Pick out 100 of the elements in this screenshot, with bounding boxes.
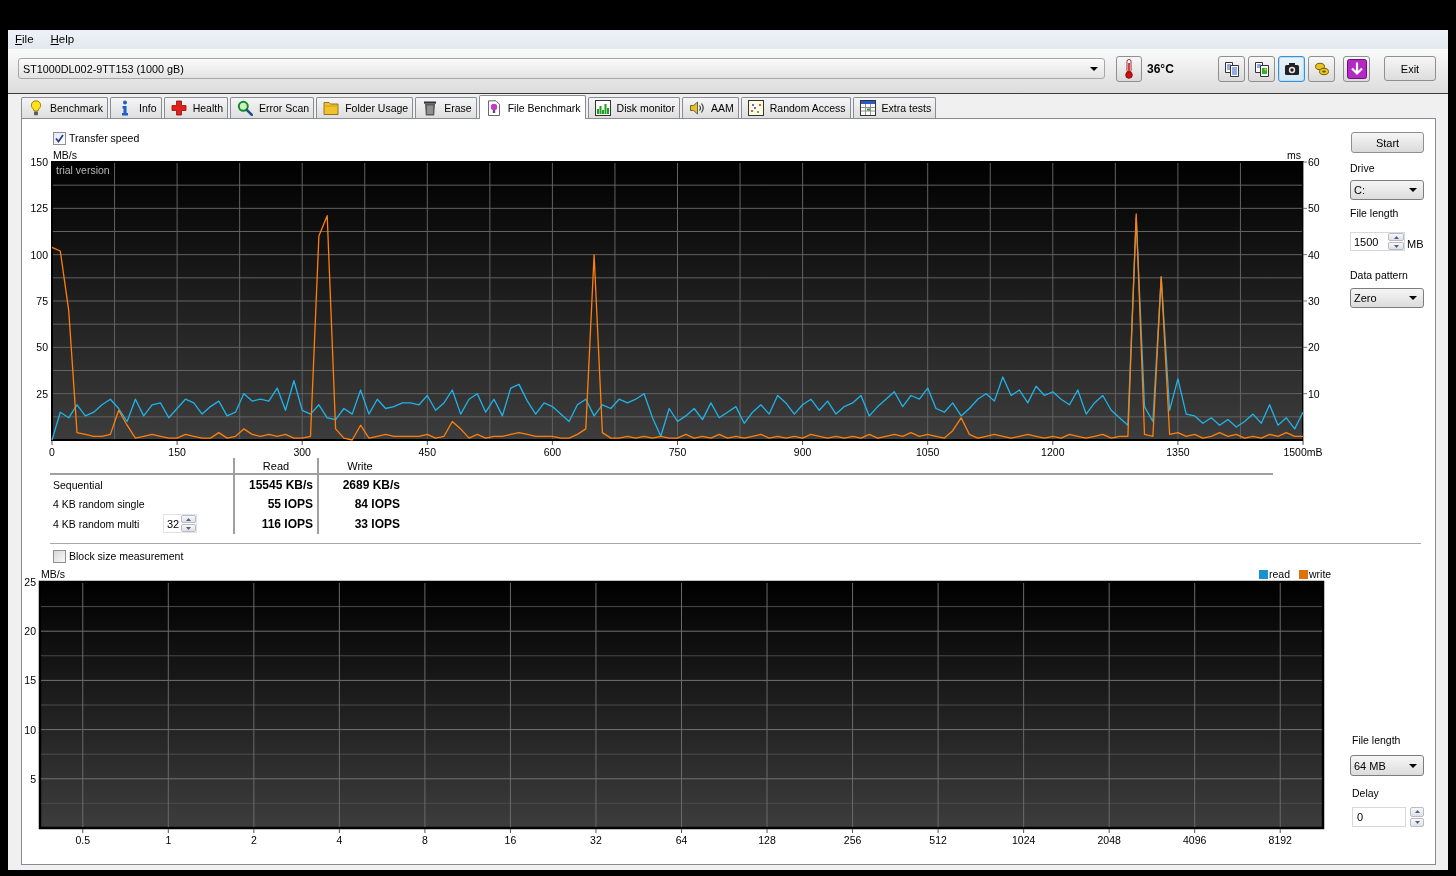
documents-icon bbox=[1223, 61, 1240, 77]
speaker-icon bbox=[688, 100, 705, 116]
spin-down-button[interactable] bbox=[1410, 817, 1424, 827]
drive-select[interactable]: ST1000DL002-9TT153 (1000 gB) bbox=[18, 58, 1105, 79]
exit-button[interactable]: Exit bbox=[1384, 56, 1436, 81]
checkbox[interactable] bbox=[53, 131, 66, 145]
x-axis-label: 450 bbox=[418, 446, 437, 458]
tab[interactable]: Info bbox=[110, 97, 162, 118]
table-cell: 2689 KB/s bbox=[317, 475, 401, 495]
tab[interactable]: Extra tests bbox=[852, 97, 937, 118]
y-axis-label: 25 bbox=[24, 576, 36, 588]
y-axis-label: 125 bbox=[30, 202, 48, 215]
x-axis-label: 8 bbox=[422, 834, 428, 846]
checkbox[interactable] bbox=[53, 549, 66, 563]
y-axis-label: 5 bbox=[30, 772, 36, 785]
spin-down-button[interactable] bbox=[181, 524, 196, 533]
trial-notice: trial version bbox=[56, 164, 110, 176]
lightbulb-icon bbox=[28, 100, 44, 116]
folder-icon bbox=[323, 100, 340, 116]
tab[interactable]: Folder Usage bbox=[316, 97, 414, 118]
spin-down-button[interactable] bbox=[1388, 242, 1404, 250]
axis-unit-label: MB/s bbox=[53, 150, 77, 161]
x-axis-label: 4096 bbox=[1183, 834, 1207, 846]
y-axis-label: 15 bbox=[24, 674, 36, 687]
checkbox-label: Transfer speed bbox=[69, 132, 140, 144]
x-axis-label: 32 bbox=[590, 834, 602, 846]
text-field[interactable]: 0 bbox=[1352, 807, 1406, 827]
document-picture-icon bbox=[1253, 61, 1270, 77]
tab[interactable]: File Benchmark bbox=[478, 95, 586, 119]
x-axis-label: 0 bbox=[49, 446, 55, 458]
bar-chart-icon bbox=[594, 100, 611, 116]
field-label: File length bbox=[1352, 734, 1401, 747]
number-spinner[interactable]: 32 bbox=[163, 514, 197, 534]
x-axis-label: 256 bbox=[843, 834, 862, 846]
tab[interactable]: AAM bbox=[681, 97, 739, 118]
x-axis-label: 750 bbox=[668, 446, 687, 458]
camera-icon bbox=[1283, 61, 1300, 77]
thermometer-button[interactable] bbox=[1116, 56, 1142, 82]
toolbar-button[interactable] bbox=[1343, 56, 1370, 82]
x-axis-label: 2 bbox=[250, 834, 257, 846]
toolbar-button[interactable] bbox=[1248, 56, 1275, 82]
thermometer-icon bbox=[1124, 59, 1134, 79]
x-axis-label: 900 bbox=[793, 446, 812, 458]
row-label: Sequential bbox=[53, 478, 103, 491]
pattern-dropdown[interactable]: Zero bbox=[1350, 288, 1424, 308]
start-button[interactable]: Start bbox=[1351, 132, 1424, 153]
caret-icon bbox=[1409, 188, 1417, 192]
x-axis-label: 128 bbox=[758, 834, 776, 846]
column-header: Read bbox=[233, 458, 317, 473]
spin-up-button[interactable] bbox=[1388, 233, 1404, 241]
table-cell: 15545 KB/s bbox=[233, 475, 317, 495]
caret-icon bbox=[1409, 296, 1417, 300]
x-axis-label: 150 bbox=[168, 446, 186, 458]
tab[interactable]: Benchmark bbox=[21, 97, 109, 118]
tab[interactable]: Health bbox=[163, 97, 228, 118]
y-axis-label: 50 bbox=[36, 341, 48, 354]
tab[interactable]: Erase bbox=[415, 97, 477, 118]
x-axis-label: 512 bbox=[929, 834, 947, 846]
y-axis-label: 100 bbox=[30, 248, 48, 261]
legend-label: write bbox=[1309, 568, 1332, 580]
y-axis-label: 75 bbox=[36, 295, 48, 307]
tab[interactable]: Disk monitor bbox=[587, 97, 680, 118]
drive-dropdown[interactable]: C: bbox=[1350, 180, 1424, 200]
column-header: Write bbox=[317, 458, 401, 473]
trash-icon bbox=[422, 100, 439, 116]
menu-item[interactable]: Help bbox=[50, 32, 75, 47]
field-label: File length bbox=[1350, 207, 1399, 220]
y-axis-label: 60 bbox=[1308, 156, 1320, 168]
caret-icon bbox=[1409, 763, 1417, 768]
magnifier-icon bbox=[237, 100, 253, 116]
legend-label: read bbox=[1269, 568, 1290, 580]
file-length-dropdown[interactable]: 64 MB bbox=[1350, 755, 1424, 776]
x-axis-label: 1350 bbox=[1166, 446, 1190, 458]
number-field[interactable]: 1500 bbox=[1350, 232, 1405, 251]
spin-up-button[interactable] bbox=[1410, 807, 1424, 817]
field-label: Drive bbox=[1350, 162, 1375, 175]
row-label: 4 KB random multi bbox=[53, 517, 140, 530]
checkbox-label: Block size measurement bbox=[69, 550, 184, 562]
menu-item[interactable]: File bbox=[15, 32, 34, 47]
tab[interactable]: Error Scan bbox=[230, 97, 315, 118]
table-cell: 55 IOPS bbox=[233, 494, 317, 514]
x-axis-label: 64 bbox=[675, 834, 688, 846]
coins-icon bbox=[1313, 61, 1330, 77]
y-axis-label: 10 bbox=[24, 723, 36, 736]
y-axis-label: 20 bbox=[1308, 341, 1320, 354]
y-axis-label: 10 bbox=[1308, 387, 1320, 400]
x-axis-label: 0.5 bbox=[75, 834, 91, 846]
y-axis-label: 25 bbox=[36, 387, 48, 400]
toolbar-button[interactable] bbox=[1278, 56, 1305, 82]
x-axis-label: 1500mB bbox=[1283, 446, 1323, 458]
table-icon bbox=[859, 100, 876, 116]
row-label: 4 KB random single bbox=[53, 498, 145, 511]
unit-label: MB bbox=[1407, 236, 1424, 250]
table-cell: 116 IOPS bbox=[233, 514, 317, 534]
field-label: Delay bbox=[1352, 787, 1379, 800]
down-caret-icon bbox=[186, 526, 191, 530]
tab[interactable]: Random Access bbox=[740, 97, 851, 118]
spin-up-button[interactable] bbox=[181, 515, 196, 524]
toolbar-button[interactable] bbox=[1218, 56, 1245, 82]
x-axis-label: 1 bbox=[165, 834, 172, 846]
